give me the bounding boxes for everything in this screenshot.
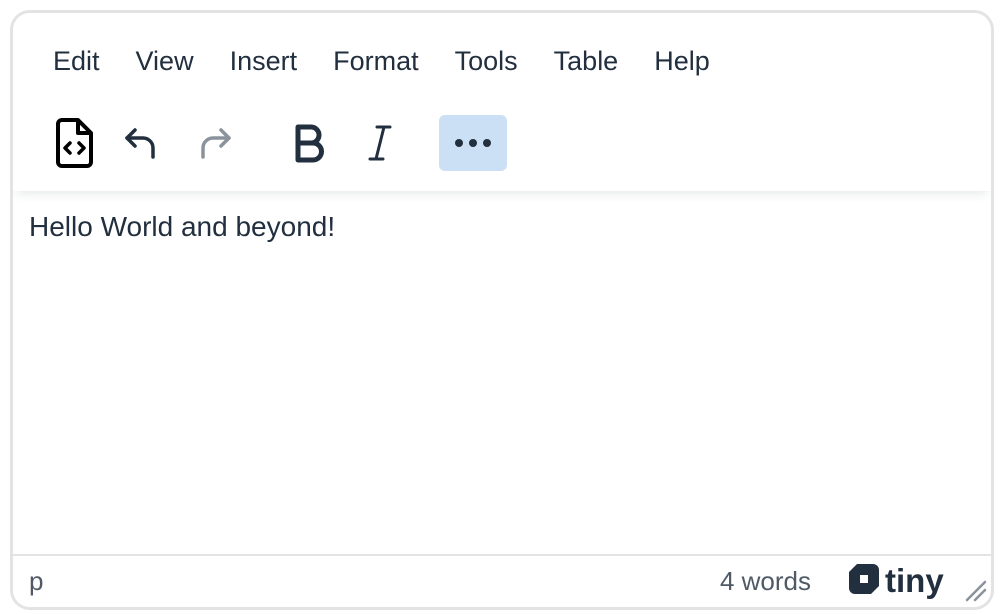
italic-icon bbox=[365, 123, 395, 163]
menu-tools[interactable]: Tools bbox=[437, 42, 536, 81]
tiny-logo-icon bbox=[847, 562, 881, 601]
resize-handle-icon[interactable] bbox=[963, 578, 987, 602]
editor-header: Edit View Insert Format Tools Table Help bbox=[13, 13, 991, 191]
toolbar bbox=[13, 113, 991, 173]
redo-button[interactable] bbox=[181, 115, 249, 171]
editor-container: Edit View Insert Format Tools Table Help bbox=[10, 10, 994, 610]
word-count[interactable]: 4 words bbox=[720, 566, 811, 597]
statusbar: p 4 words tiny bbox=[13, 554, 991, 607]
menubar: Edit View Insert Format Tools Table Help bbox=[35, 41, 728, 81]
bold-button[interactable] bbox=[276, 115, 344, 171]
undo-button[interactable] bbox=[107, 115, 175, 171]
italic-button[interactable] bbox=[346, 115, 414, 171]
editor-content-area[interactable]: Hello World and beyond! bbox=[13, 191, 991, 554]
menu-view[interactable]: View bbox=[118, 42, 212, 81]
brand-name: tiny bbox=[885, 562, 944, 599]
bold-icon bbox=[293, 123, 327, 163]
more-button[interactable] bbox=[439, 115, 507, 171]
menu-format[interactable]: Format bbox=[315, 42, 437, 81]
undo-icon bbox=[121, 123, 161, 163]
source-code-icon bbox=[54, 117, 94, 169]
menu-edit[interactable]: Edit bbox=[35, 42, 118, 81]
menu-insert[interactable]: Insert bbox=[212, 42, 316, 81]
content-paragraph[interactable]: Hello World and beyond! bbox=[29, 211, 335, 243]
source-code-button[interactable] bbox=[40, 115, 108, 171]
more-icon bbox=[453, 137, 493, 149]
menu-table[interactable]: Table bbox=[536, 42, 637, 81]
tiny-brand-link[interactable]: tiny bbox=[847, 562, 944, 601]
element-path[interactable]: p bbox=[29, 566, 43, 597]
menu-help[interactable]: Help bbox=[636, 42, 728, 81]
redo-icon bbox=[195, 123, 235, 163]
